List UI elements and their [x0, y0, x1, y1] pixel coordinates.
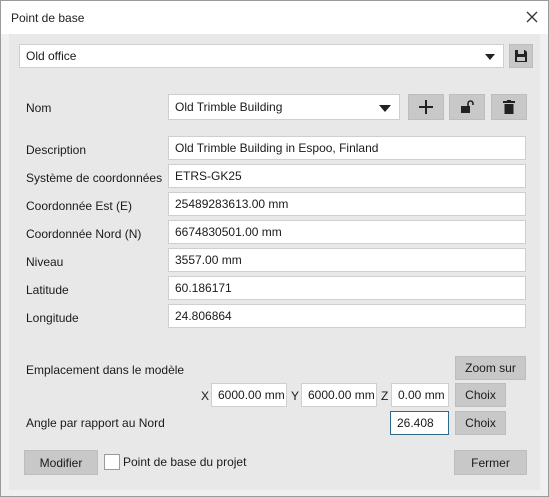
y-value: 6000.00 mm [308, 388, 375, 402]
north-angle-field[interactable]: 26.408 [390, 411, 449, 435]
project-base-checkbox[interactable] [104, 454, 120, 470]
close-icon[interactable] [522, 7, 542, 27]
base-point-dialog: Point de base Old office Nom Old Trimble… [0, 0, 549, 497]
preset-value: Old office [26, 49, 77, 63]
save-preset-button[interactable] [509, 44, 533, 68]
name-value: Old Trimble Building [175, 100, 283, 114]
pick-location-button[interactable]: Choix [455, 383, 506, 407]
level-label: Niveau [26, 255, 64, 269]
trash-icon [503, 100, 515, 114]
north-coordinate-value: 6674830501.00 mm [175, 225, 282, 239]
unlock-icon [461, 100, 474, 113]
level-field[interactable]: 3557.00 mm [168, 248, 526, 272]
level-value: 3557.00 mm [175, 253, 242, 267]
chevron-down-icon [379, 105, 391, 112]
coordinate-system-label: Système de coordonnées [26, 171, 163, 185]
east-coordinate-label: Coordonnée Est (E) [26, 199, 133, 213]
close-button[interactable]: Fermer [454, 450, 527, 475]
north-angle-value: 26.408 [397, 416, 434, 430]
title-bar: Point de base [1, 1, 548, 34]
delete-button[interactable] [491, 94, 527, 120]
east-coordinate-value: 25489283613.00 mm [175, 197, 289, 211]
chevron-down-icon [485, 54, 495, 60]
longitude-label: Longitude [26, 311, 79, 325]
z-label: Z [381, 389, 389, 403]
latitude-label: Latitude [26, 283, 69, 297]
description-value: Old Trimble Building in Espoo, Finland [175, 141, 379, 155]
close-label: Fermer [471, 455, 510, 470]
name-label: Nom [26, 101, 52, 115]
add-button[interactable] [408, 94, 444, 120]
modify-button[interactable]: Modifier [24, 450, 98, 475]
x-field[interactable]: 6000.00 mm [211, 383, 287, 407]
name-select[interactable]: Old Trimble Building [168, 94, 400, 120]
zoom-to-button[interactable]: Zoom sur [455, 356, 526, 380]
model-location-label: Emplacement dans le modèle [26, 363, 185, 377]
unlock-button[interactable] [449, 94, 485, 120]
preset-select[interactable]: Old office [19, 44, 504, 68]
latitude-field[interactable]: 60.186171 [168, 276, 526, 300]
z-field[interactable]: 0.00 mm [391, 383, 449, 407]
pick-angle-label: Choix [465, 416, 496, 430]
x-label: X [201, 389, 210, 403]
plus-icon [419, 100, 433, 114]
description-label: Description [26, 143, 87, 157]
latitude-value: 60.186171 [175, 281, 232, 295]
coordinate-system-field[interactable]: ETRS-GK25 [168, 164, 526, 188]
y-field[interactable]: 6000.00 mm [301, 383, 377, 407]
north-coordinate-label: Coordonnée Nord (N) [26, 227, 142, 241]
dialog-content: Old office Nom Old Trimble Building Desc… [9, 34, 540, 490]
north-coordinate-field[interactable]: 6674830501.00 mm [168, 220, 526, 244]
pick-location-label: Choix [465, 388, 496, 402]
zoom-to-label: Zoom sur [465, 361, 516, 375]
project-base-label: Point de base du projet [123, 455, 247, 469]
east-coordinate-field[interactable]: 25489283613.00 mm [168, 192, 526, 216]
coordinate-system-value: ETRS-GK25 [175, 169, 242, 183]
longitude-field[interactable]: 24.806864 [168, 304, 526, 328]
z-value: 0.00 mm [398, 388, 445, 402]
modify-label: Modifier [39, 455, 83, 470]
longitude-value: 24.806864 [175, 309, 232, 323]
x-value: 6000.00 mm [218, 388, 285, 402]
y-label: Y [291, 389, 300, 403]
pick-angle-button[interactable]: Choix [455, 411, 506, 435]
north-angle-label: Angle par rapport au Nord [26, 416, 165, 430]
save-icon [515, 50, 527, 62]
description-field[interactable]: Old Trimble Building in Espoo, Finland [168, 136, 526, 160]
dialog-title: Point de base [11, 11, 85, 25]
